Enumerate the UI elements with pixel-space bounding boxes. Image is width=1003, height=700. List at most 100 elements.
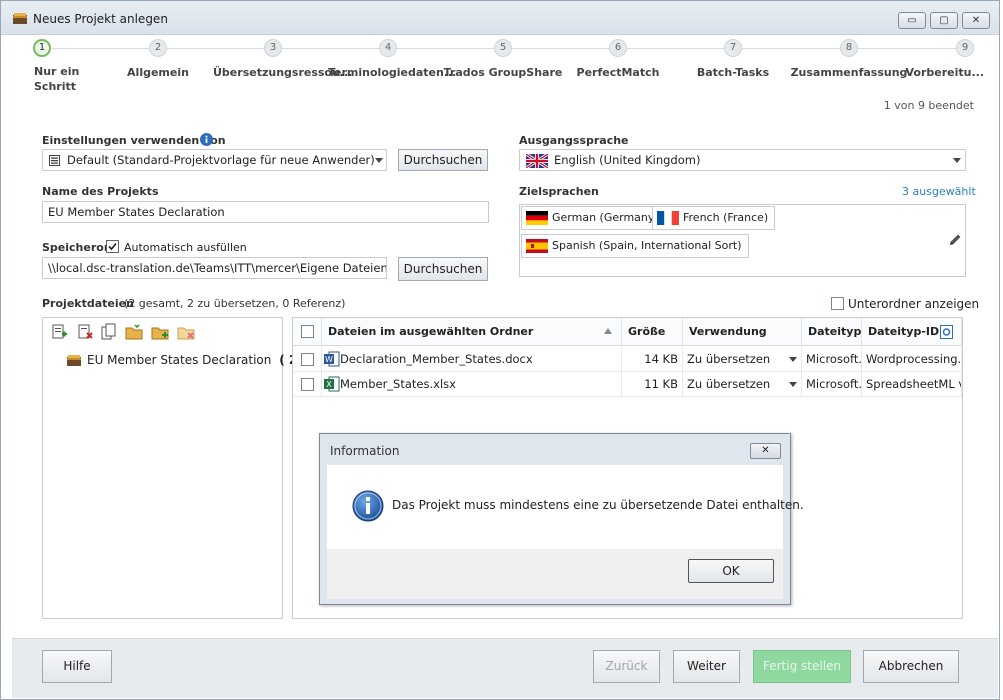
row-checkbox[interactable] bbox=[301, 378, 314, 391]
copy-files-icon[interactable] bbox=[100, 323, 118, 341]
step-label: Zusammenfassung bbox=[790, 66, 908, 79]
location-input[interactable]: \\local.dsc-translation.de\Teams\ITT\mer… bbox=[42, 257, 387, 279]
settings-browse-button[interactable]: Durchsuchen bbox=[398, 149, 488, 171]
settings-value: Default (Standard-Projektvorlage für neu… bbox=[67, 153, 375, 167]
uk-flag-icon bbox=[526, 154, 548, 168]
tree-item-project[interactable]: EU Member States Declaration ( 2 ) bbox=[67, 351, 307, 369]
project-folder-icon bbox=[67, 355, 81, 366]
location-browse-button[interactable]: Durchsuchen bbox=[398, 257, 488, 281]
step-number: 6 bbox=[609, 39, 627, 57]
show-subfolders-checkbox[interactable] bbox=[831, 297, 844, 310]
maximize-button[interactable]: ▢ bbox=[930, 12, 958, 29]
row-checkbox[interactable] bbox=[301, 353, 314, 366]
step-number: 2 bbox=[149, 39, 167, 57]
step-1[interactable]: 1 Nur ein Schritt bbox=[0, 39, 102, 94]
settings-dropdown[interactable]: Default (Standard-Projektvorlage für neu… bbox=[42, 149, 387, 171]
settings-label: Einstellungen verwenden von bbox=[42, 134, 226, 147]
grid-header: Dateien im ausgewählten Ordner Größe Ver… bbox=[293, 318, 962, 346]
column-header-type[interactable]: Dateityp bbox=[802, 318, 862, 346]
dialog-close-button[interactable]: ✕ bbox=[750, 443, 781, 459]
step-label: Batch-Tasks bbox=[696, 66, 770, 79]
close-window-button[interactable]: ✕ bbox=[962, 12, 990, 29]
info-icon[interactable] bbox=[200, 133, 213, 146]
chevron-down-icon bbox=[789, 357, 797, 362]
add-files-icon[interactable] bbox=[50, 323, 68, 341]
project-folder-icon bbox=[13, 13, 27, 24]
file-usage-dropdown[interactable]: Zu übersetzen bbox=[683, 372, 802, 396]
remove-files-icon[interactable] bbox=[76, 323, 94, 341]
dialog-message: Das Projekt muss mindestens eine zu über… bbox=[392, 498, 804, 512]
file-name: Declaration_Member_States.docx bbox=[340, 352, 533, 366]
step-label: PerfectMatch bbox=[576, 66, 660, 79]
finish-button[interactable]: Fertig stellen bbox=[753, 650, 851, 683]
step-number: 9 bbox=[956, 39, 974, 57]
target-language-chip-fr[interactable]: French (France) bbox=[652, 206, 776, 230]
target-language-chip-de[interactable]: German (Germany) bbox=[521, 206, 666, 230]
folder-tree-panel: EU Member States Declaration ( 2 ) bbox=[42, 317, 307, 619]
column-header-typeid[interactable]: Dateityp-ID bbox=[862, 318, 962, 346]
select-all-checkbox[interactable] bbox=[301, 325, 314, 338]
window-title: Neues Projekt anlegen bbox=[33, 12, 168, 26]
chip-label: German (Germany) bbox=[552, 211, 659, 224]
target-languages-box[interactable]: German (Germany) French (France) Spanish… bbox=[519, 204, 966, 277]
new-project-window: Neues Projekt anlegen ▭ ▢ ✕ 1 Nur ein Sc… bbox=[0, 0, 1000, 700]
step-number: 3 bbox=[264, 39, 282, 57]
step-2[interactable]: 2 Allgemein bbox=[98, 39, 218, 79]
remove-folder-icon[interactable] bbox=[177, 323, 195, 341]
title-bar: Neues Projekt anlegen ▭ ▢ ✕ bbox=[1, 1, 999, 35]
target-languages-label: Zielsprachen bbox=[519, 185, 599, 198]
step-7[interactable]: 7 Batch-Tasks bbox=[673, 39, 793, 79]
step-number: 4 bbox=[379, 39, 397, 57]
project-files-summary: (2 gesamt, 2 zu übersetzen, 0 Referenz) bbox=[124, 297, 346, 310]
chevron-down-icon bbox=[953, 158, 961, 163]
project-files-label: Projektdateien bbox=[42, 297, 134, 310]
step-label: Übersetzungsressou... bbox=[213, 66, 353, 79]
minimize-button[interactable]: ▭ bbox=[898, 12, 926, 29]
spanish-flag-icon bbox=[526, 239, 548, 253]
source-language-dropdown[interactable]: English (United Kingdom) bbox=[519, 149, 966, 171]
column-chooser-icon[interactable] bbox=[940, 325, 953, 339]
new-folder-icon[interactable] bbox=[151, 323, 169, 341]
autofill-checkbox[interactable] bbox=[106, 240, 119, 253]
add-folder-icon[interactable] bbox=[125, 323, 143, 341]
back-button[interactable]: Zurück bbox=[593, 650, 660, 683]
step-label: Nur ein bbox=[34, 65, 80, 78]
column-header-size[interactable]: Größe bbox=[622, 318, 683, 346]
step-number: 5 bbox=[494, 39, 512, 57]
step-label: Terminologiedaten... bbox=[328, 66, 457, 79]
french-flag-icon bbox=[657, 211, 679, 225]
pencil-edit-icon[interactable] bbox=[948, 233, 962, 247]
file-usage-dropdown[interactable]: Zu übersetzen bbox=[683, 347, 802, 371]
file-type-id: SpreadsheetML v. 1 bbox=[862, 372, 962, 396]
german-flag-icon bbox=[526, 211, 548, 225]
wizard-footer: Hilfe Zurück Weiter Fertig stellen Abbre… bbox=[12, 638, 998, 698]
project-name-input[interactable]: EU Member States Declaration bbox=[42, 201, 489, 223]
show-subfolders-label: Unterordner anzeigen bbox=[848, 297, 980, 311]
dialog-body: Das Projekt muss mindestens eine zu über… bbox=[327, 465, 804, 549]
column-header-usage[interactable]: Verwendung bbox=[683, 318, 802, 346]
table-row[interactable]: X Member_States.xlsx 11 KB Zu übersetzen… bbox=[293, 372, 962, 397]
step-9[interactable]: 9 Vorbereitu... bbox=[904, 39, 984, 79]
cancel-button[interactable]: Abbrechen bbox=[863, 650, 959, 683]
file-name: Member_States.xlsx bbox=[340, 377, 456, 391]
svg-text:X: X bbox=[326, 380, 332, 389]
help-button[interactable]: Hilfe bbox=[42, 650, 112, 683]
source-language-label: Ausgangssprache bbox=[519, 134, 629, 147]
next-button[interactable]: Weiter bbox=[673, 650, 740, 683]
step-4[interactable]: 4 Terminologiedaten... bbox=[328, 39, 457, 79]
column-header-name[interactable]: Dateien im ausgewählten Ordner bbox=[322, 318, 622, 346]
ok-button[interactable]: OK bbox=[688, 559, 774, 583]
step-number: 7 bbox=[724, 39, 742, 57]
step-8[interactable]: 8 Zusammenfassung bbox=[789, 39, 909, 79]
excel-file-icon: X bbox=[324, 376, 340, 392]
step-5[interactable]: 5 Trados GroupShare bbox=[443, 39, 563, 79]
step-3[interactable]: 3 Übersetzungsressou... bbox=[213, 39, 353, 79]
step-label: Trados GroupShare bbox=[443, 66, 563, 79]
sort-ascending-icon bbox=[604, 328, 612, 334]
table-row[interactable]: W Declaration_Member_States.docx 14 KB Z… bbox=[293, 347, 962, 372]
step-6[interactable]: 6 PerfectMatch bbox=[558, 39, 678, 79]
progress-status: 1 von 9 beendet bbox=[883, 99, 974, 112]
target-languages-count-link[interactable]: 3 ausgewählt bbox=[902, 185, 976, 198]
target-language-chip-es[interactable]: Spanish (Spain, International Sort) bbox=[521, 234, 749, 258]
chip-label: French (France) bbox=[683, 211, 769, 224]
